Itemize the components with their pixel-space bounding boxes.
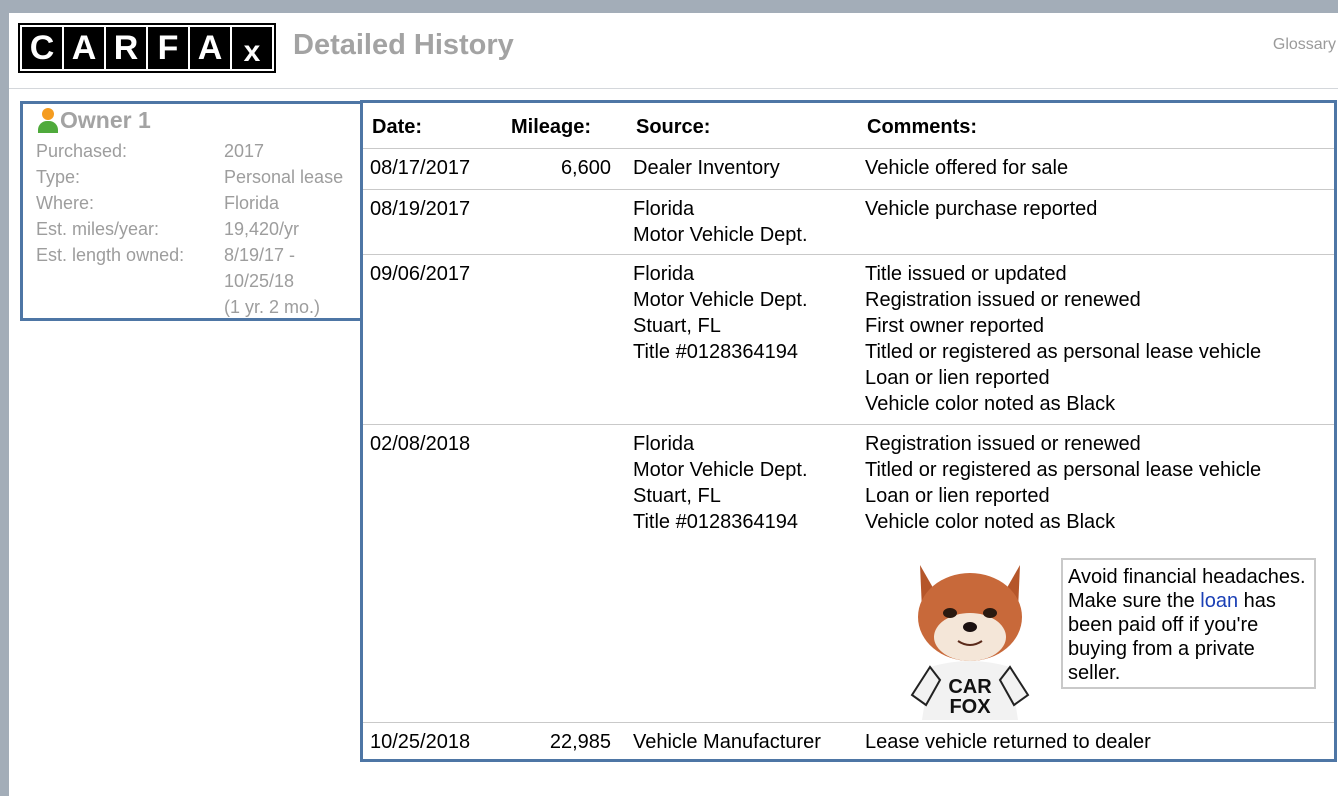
table-row: 08/17/2017 6,600 Dealer Inventory Vehicle o… — [363, 148, 1334, 190]
cell-source-line: Stuart, FL — [633, 315, 721, 337]
owner-title-label: Owner 1 — [60, 106, 151, 133]
owner-details: Purchased: 2017 Type: Personal lease Where: F… — [36, 138, 354, 320]
cell-comment-line: First owner reported — [865, 315, 1044, 337]
owner-detail-value-line: 8/19/17 - — [224, 245, 296, 265]
cell-source-line: Motor Vehicle Dept. — [633, 459, 808, 481]
carfox-mascot-icon: CAR FOX — [910, 565, 1030, 720]
owner-detail-value: 8/19/17 - 10/25/18 (1 yr. 2 mo.) — [224, 242, 354, 320]
owner-detail-row: Est. length owned: 8/19/17 - 10/25/18 (1 yr… — [36, 242, 354, 320]
cell-comment-line: Title issued or updated — [865, 263, 1067, 285]
header-mileage: Mileage: — [511, 116, 592, 138]
cell-source: Dealer Inventory — [633, 155, 780, 181]
logo-letter: F — [148, 27, 188, 69]
cell-source-line: Title #0128364194 — [633, 511, 798, 533]
cell-source-line: Vehicle Manufacturer — [633, 731, 821, 753]
history-table: Date: Mileage: Source: Comments: 08/17/2… — [360, 100, 1337, 762]
loan-tip-callout: Avoid financial headaches. Make sure the… — [1061, 558, 1316, 689]
owner-summary-box: Owner 1 Purchased: 2017 Type: Personal leas… — [20, 101, 362, 321]
table-row: 09/06/2017 Florida Motor Vehicle Dept. Stua… — [363, 254, 1334, 425]
table-row: 08/19/2017 Florida Motor Vehicle Dept. Vehi… — [363, 189, 1334, 255]
owner-detail-label: Est. miles/year: — [36, 219, 160, 239]
logo-letter: C — [22, 27, 62, 69]
header-source: Source: — [636, 116, 711, 138]
cell-comments: Title issued or updated Registration issu… — [865, 261, 1261, 417]
owner-detail-value: 2017 — [224, 138, 354, 164]
owner-detail-value-line: Florida — [224, 193, 280, 213]
cell-comment-line: Loan or lien reported — [865, 485, 1050, 507]
cell-comment-line: Vehicle color noted as Black — [865, 393, 1116, 415]
header-comments: Comments: — [867, 116, 978, 138]
cell-comments: Lease vehicle returned to dealer — [865, 729, 1151, 755]
owner-detail-value-line: 2017 — [224, 141, 265, 161]
cell-comments: Vehicle offered for sale — [865, 155, 1068, 181]
page-title: Detailed History — [293, 29, 514, 61]
cell-date: 08/17/2017 — [370, 157, 471, 179]
cell-mileage: 22,985 — [549, 731, 611, 753]
cell-date: 02/08/2018 — [370, 433, 471, 455]
cell-comment-line: Lease vehicle returned to dealer — [865, 731, 1151, 753]
cell-source: Florida Motor Vehicle Dept. Stuart, FL Titl… — [633, 261, 808, 365]
owner-detail-row: Where: Florida — [36, 190, 354, 216]
logo-letter: A — [64, 27, 104, 69]
cell-comment-line: Loan or lien reported — [865, 367, 1050, 389]
glossary-link[interactable]: Glossary — [1273, 36, 1336, 54]
owner-detail-row: Type: Personal lease — [36, 164, 354, 190]
owner-detail-label: Est. length owned: — [36, 245, 185, 265]
window-frame-top — [0, 0, 1338, 13]
logo-letter: x — [232, 27, 272, 69]
report-header: C A R F A x Detailed History Glossary — [9, 13, 1338, 89]
cell-comments: Registration issued or renewed Titled or … — [865, 431, 1261, 535]
cell-source-line: Dealer Inventory — [633, 157, 780, 179]
cell-comment-line: Titled or registered as personal lease v… — [865, 459, 1262, 481]
cell-source: Vehicle Manufacturer — [633, 729, 821, 755]
svg-text:FOX: FOX — [949, 696, 991, 718]
cell-source-line: Motor Vehicle Dept. — [633, 289, 808, 311]
cell-comments: Vehicle purchase reported — [865, 196, 1097, 222]
cell-comment-line: Titled or registered as personal lease v… — [865, 341, 1262, 363]
window-frame-left — [0, 0, 9, 796]
owner-detail-value-line: 19,420/yr — [224, 219, 300, 239]
owner-detail-value: 19,420/yr — [224, 216, 354, 242]
cell-date: 09/06/2017 — [370, 263, 471, 285]
cell-source-line: Florida — [633, 433, 695, 455]
cell-source-line: Motor Vehicle Dept. — [633, 224, 808, 246]
owner-detail-value-line: Personal lease — [224, 167, 344, 187]
logo-letter: A — [190, 27, 230, 69]
cell-comment-line: Vehicle purchase reported — [865, 198, 1098, 220]
table-row: 10/25/2018 22,985 Vehicle Manufacturer Leas… — [363, 722, 1334, 762]
owner-detail-value: Personal lease — [224, 164, 354, 190]
carfax-logo: C A R F A x — [18, 23, 276, 73]
svg-text:CAR: CAR — [948, 676, 992, 698]
cell-comment-line: Vehicle offered for sale — [865, 157, 1069, 179]
table-header-row: Date: Mileage: Source: Comments: — [363, 103, 1334, 149]
cell-source-line: Stuart, FL — [633, 485, 721, 507]
cell-comment-line: Registration issued or renewed — [865, 433, 1141, 455]
owner-detail-label: Type: — [36, 167, 81, 187]
owner-detail-value-line: 10/25/18 — [224, 271, 295, 291]
owner-detail-row: Est. miles/year: 19,420/yr — [36, 216, 354, 242]
cell-date: 10/25/2018 — [370, 731, 471, 753]
cell-comment-line: Vehicle color noted as Black — [865, 511, 1116, 533]
cell-source: Florida Motor Vehicle Dept. Stuart, FL Titl… — [633, 431, 808, 535]
cell-date: 08/19/2017 — [370, 198, 471, 220]
owner-title: Owner 1 — [37, 106, 151, 134]
cell-source-line: Florida — [633, 198, 695, 220]
owner-detail-row: Purchased: 2017 — [36, 138, 354, 164]
cell-mileage: 6,600 — [560, 157, 611, 179]
cell-source: Florida Motor Vehicle Dept. — [633, 196, 808, 248]
logo-letter: R — [106, 27, 146, 69]
cell-source-line: Title #0128364194 — [633, 341, 798, 363]
cell-source-line: Florida — [633, 263, 695, 285]
person-icon — [37, 106, 59, 134]
owner-detail-label: Purchased: — [36, 141, 128, 161]
header-date: Date: — [372, 116, 423, 138]
cell-comment-line: Registration issued or renewed — [865, 289, 1141, 311]
loan-link[interactable]: loan — [1200, 590, 1238, 612]
owner-detail-label: Where: — [36, 193, 95, 213]
owner-detail-value-line: (1 yr. 2 mo.) — [224, 297, 321, 317]
owner-detail-value: Florida — [224, 190, 354, 216]
